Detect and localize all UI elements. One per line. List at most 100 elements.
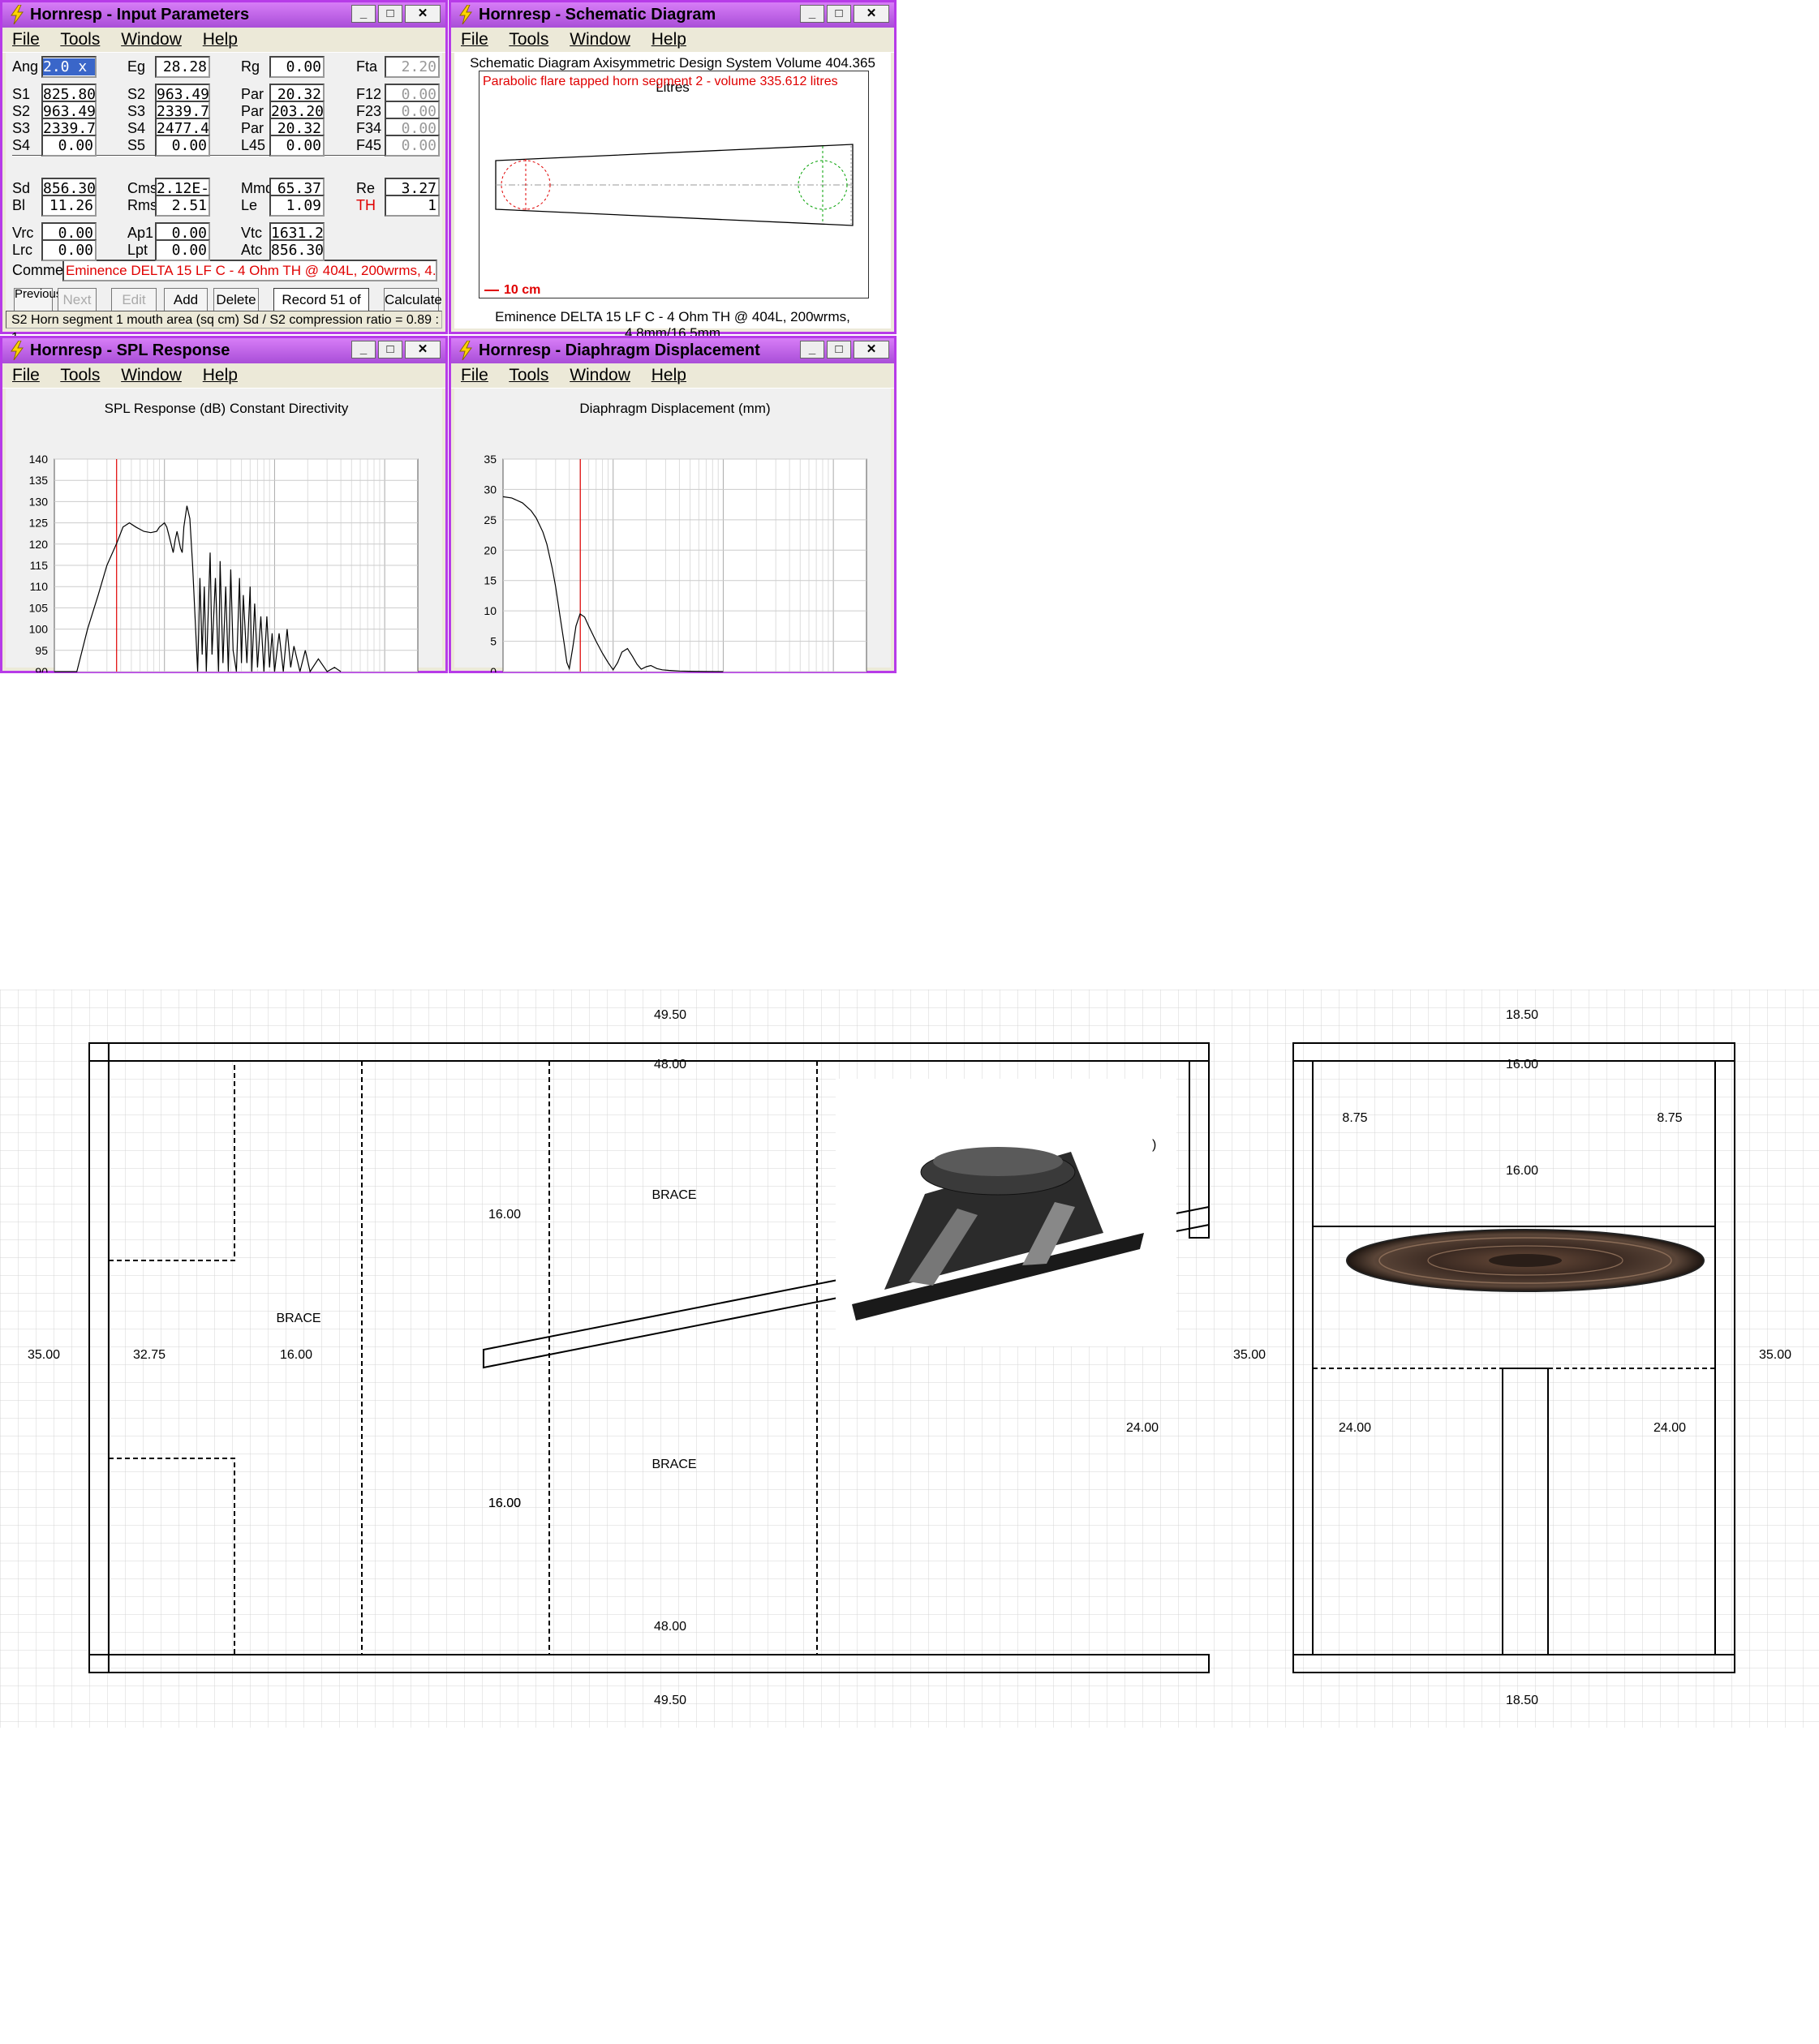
param-field-le[interactable]: 1.09 bbox=[269, 195, 325, 217]
menu-tools[interactable]: Tools bbox=[509, 366, 548, 384]
input-parameters-window[interactable]: Hornresp - Input Parameters _ □ ✕ File T… bbox=[0, 0, 448, 345]
front-dim-label: 48.00 bbox=[654, 1058, 686, 1071]
menu-file[interactable]: File bbox=[461, 366, 488, 384]
front-dim-label: 16.00 bbox=[488, 1496, 521, 1510]
front-dim-label: 16.00 bbox=[488, 1208, 521, 1222]
menu-window[interactable]: Window bbox=[570, 366, 630, 384]
front-dim-label: 16.00 bbox=[280, 1348, 312, 1362]
window-titlebar[interactable]: Hornresp - Input Parameters _ □ ✕ bbox=[2, 2, 445, 28]
maximize-button[interactable]: □ bbox=[827, 5, 851, 23]
schematic-diagram-window[interactable]: Hornresp - Schematic Diagram _ □ ✕ File … bbox=[449, 0, 897, 341]
menu-window[interactable]: Window bbox=[570, 30, 630, 49]
param-label-lpt: Lpt bbox=[127, 242, 148, 258]
maximize-button[interactable]: □ bbox=[378, 5, 402, 23]
maximize-button[interactable]: □ bbox=[827, 341, 851, 359]
next-button[interactable]: Next bbox=[58, 288, 97, 312]
side-dim-label: 24.00 bbox=[1653, 1421, 1686, 1435]
param-label-f45: F45 bbox=[356, 137, 382, 153]
scale-label: 10 cm bbox=[504, 283, 541, 297]
side-dim-label: 16.00 bbox=[1506, 1058, 1538, 1071]
close-button[interactable]: ✕ bbox=[854, 5, 889, 23]
lightning-icon bbox=[11, 341, 24, 360]
add-button[interactable]: Add bbox=[164, 288, 208, 312]
param-label-par: Par bbox=[241, 103, 264, 119]
param-field-s4[interactable]: 0.00 bbox=[41, 135, 97, 157]
schematic-canvas: Parabolic flare tapped horn segment 2 - … bbox=[479, 71, 869, 298]
front-dim-label: 35.00 bbox=[28, 1348, 60, 1362]
menu-window[interactable]: Window bbox=[121, 30, 182, 49]
menu-bar: File Tools Window Help bbox=[2, 28, 445, 53]
param-label-vtc: Vtc bbox=[241, 225, 263, 241]
front-dim-label: 49.50 bbox=[654, 1008, 686, 1022]
param-field-rms[interactable]: 2.51 bbox=[155, 195, 210, 217]
param-field-bl[interactable]: 11.26 bbox=[41, 195, 97, 217]
param-label-s1: S1 bbox=[12, 86, 31, 102]
param-label-s3: S3 bbox=[127, 103, 146, 119]
param-label-s2: S2 bbox=[127, 86, 146, 102]
menu-file[interactable]: File bbox=[461, 30, 488, 49]
window-titlebar[interactable]: Hornresp - Diaphragm Displacement _ □ ✕ bbox=[451, 338, 894, 363]
menu-window[interactable]: Window bbox=[121, 366, 182, 384]
menu-file[interactable]: File bbox=[12, 30, 40, 49]
minimize-button[interactable]: _ bbox=[351, 341, 376, 359]
menu-help[interactable]: Help bbox=[203, 30, 238, 49]
param-field-lrc[interactable]: 0.00 bbox=[41, 239, 97, 261]
menu-help[interactable]: Help bbox=[203, 366, 238, 384]
front-dim-label: 48.00 bbox=[654, 1620, 686, 1634]
param-label-fta: Fta bbox=[356, 58, 378, 75]
param-field-s5[interactable]: 0.00 bbox=[155, 135, 210, 157]
y-tick-label: 120 bbox=[29, 538, 49, 551]
param-label-l45: L45 bbox=[241, 137, 266, 153]
menu-file[interactable]: File bbox=[12, 366, 40, 384]
param-field-rg[interactable]: 0.00 bbox=[269, 56, 325, 78]
maximize-button[interactable]: □ bbox=[378, 341, 402, 359]
calculate-button[interactable]: Calculate bbox=[384, 288, 442, 312]
front-dim-label: BRACE bbox=[651, 1458, 696, 1471]
param-label-s3: S3 bbox=[12, 120, 31, 136]
comment-field[interactable]: Eminence DELTA 15 LF C - 4 Ohm TH @ 404L… bbox=[62, 260, 437, 281]
minimize-button[interactable]: _ bbox=[351, 5, 376, 23]
diaphragm-displacement-window[interactable]: Hornresp - Diaphragm Displacement _ □ ✕ … bbox=[449, 336, 897, 673]
window-titlebar[interactable]: Hornresp - SPL Response _ □ ✕ bbox=[2, 338, 445, 363]
delete-button[interactable]: Delete bbox=[213, 288, 259, 312]
displacement-chart[interactable]: Diaphragm Displacement (mm) 0 5 10 15 20 25 30 3… bbox=[454, 389, 896, 672]
param-field-eg[interactable]: 28.28 bbox=[155, 56, 210, 78]
minimize-button[interactable]: _ bbox=[800, 5, 824, 23]
menu-help[interactable]: Help bbox=[651, 366, 686, 384]
close-button[interactable]: ✕ bbox=[854, 341, 889, 359]
param-field-atc[interactable]: 856.30 bbox=[269, 239, 325, 261]
window-title: Hornresp - Input Parameters bbox=[30, 6, 250, 24]
menu-tools[interactable]: Tools bbox=[60, 30, 100, 49]
spl-chart[interactable]: SPL Response (dB) Constant Directivity 90… bbox=[6, 389, 447, 672]
enclosure-drawing: 49.50 48.00 16.00 BRACE 16.00 BRACE 32.75 16.00… bbox=[0, 990, 1819, 1728]
param-field-th[interactable]: 1 bbox=[385, 195, 440, 217]
param-field-fta[interactable]: 2.20 bbox=[385, 56, 440, 78]
param-label-bl: Bl bbox=[12, 197, 26, 213]
spl-response-window[interactable]: Hornresp - SPL Response _ □ ✕ File Tools… bbox=[0, 336, 448, 673]
menu-tools[interactable]: Tools bbox=[60, 366, 100, 384]
edit-button[interactable]: Edit bbox=[111, 288, 157, 312]
y-tick-label: 95 bbox=[35, 644, 48, 657]
param-field-l45[interactable]: 0.00 bbox=[269, 135, 325, 157]
param-label-f12: F12 bbox=[356, 86, 382, 102]
menu-tools[interactable]: Tools bbox=[509, 30, 548, 49]
y-tick-label: 115 bbox=[30, 559, 49, 572]
menu-help[interactable]: Help bbox=[651, 30, 686, 49]
minimize-button[interactable]: _ bbox=[800, 341, 824, 359]
window-titlebar[interactable]: Hornresp - Schematic Diagram _ □ ✕ bbox=[451, 2, 894, 28]
window-title: Hornresp - SPL Response bbox=[30, 341, 230, 359]
close-button[interactable]: ✕ bbox=[405, 341, 441, 359]
y-tick-label: 35 bbox=[484, 453, 497, 466]
lightning-icon bbox=[459, 5, 472, 24]
front-dim-label: BRACE bbox=[651, 1188, 696, 1202]
side-dim-label: 18.50 bbox=[1506, 1694, 1538, 1707]
y-tick-label: 15 bbox=[484, 574, 497, 587]
close-button[interactable]: ✕ bbox=[405, 5, 441, 23]
front-dim-label: BRACE bbox=[276, 1312, 320, 1325]
schematic-panel: Schematic Diagram Axisymmetric Design Sy… bbox=[454, 53, 891, 341]
previous-button[interactable]: Previous bbox=[14, 288, 62, 312]
param-field-ang[interactable]: 2.0 x Pi bbox=[41, 56, 97, 78]
param-field-lpt[interactable]: 0.00 bbox=[155, 239, 210, 261]
param-field-f45[interactable]: 0.00 bbox=[385, 135, 440, 157]
front-dim-label: 24.00 bbox=[1126, 1421, 1159, 1435]
